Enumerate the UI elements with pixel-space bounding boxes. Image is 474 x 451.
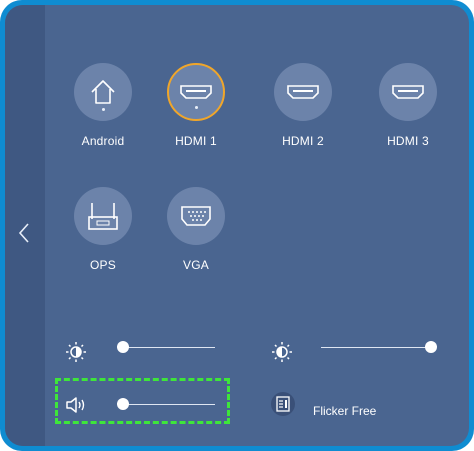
hdmi-icon	[287, 85, 319, 99]
source-label: HDMI 1	[175, 134, 217, 148]
chevron-left-icon[interactable]	[17, 222, 31, 244]
source-vga[interactable]: VGA	[151, 187, 241, 272]
source-hdmi-1-button[interactable]	[167, 63, 225, 121]
home-icon	[91, 80, 115, 104]
active-dot	[194, 106, 198, 109]
brightness-slider-thumb[interactable]	[117, 341, 129, 353]
ops-icon	[88, 203, 118, 230]
source-label: HDMI 3	[387, 134, 429, 148]
vga-icon	[181, 206, 211, 226]
source-hdmi-2-button[interactable]	[274, 63, 332, 121]
input-source-panel: Android HDMI 1 HDMI 2 HDMI 3 OPS VGA Fli…	[0, 0, 474, 451]
flicker-free-icon	[276, 396, 290, 412]
active-dot	[101, 108, 105, 111]
source-ops[interactable]: OPS	[58, 187, 148, 272]
source-hdmi-2[interactable]: HDMI 2	[258, 63, 348, 148]
source-label: VGA	[183, 258, 209, 272]
source-android-button[interactable]	[74, 63, 132, 121]
source-ops-button[interactable]	[74, 187, 132, 245]
source-hdmi-3-button[interactable]	[379, 63, 437, 121]
hdmi-icon	[180, 85, 212, 99]
source-android[interactable]: Android	[58, 63, 148, 148]
volume-highlight-box	[55, 378, 230, 424]
brightness-slider-track[interactable]	[123, 347, 215, 348]
flicker-free-label: Flicker Free	[313, 404, 377, 418]
source-label: Android	[81, 134, 125, 148]
hdmi-icon	[392, 85, 424, 99]
source-vga-button[interactable]	[167, 187, 225, 245]
brightness-icon	[66, 342, 86, 362]
source-hdmi-1[interactable]: HDMI 1	[151, 63, 241, 148]
contrast-slider-thumb[interactable]	[425, 341, 437, 353]
flicker-free-toggle[interactable]	[271, 392, 295, 416]
contrast-icon	[272, 342, 292, 362]
source-hdmi-3[interactable]: HDMI 3	[363, 63, 453, 148]
source-label: HDMI 2	[282, 134, 324, 148]
sidebar	[5, 5, 45, 446]
contrast-slider-track[interactable]	[321, 347, 431, 348]
source-label: OPS	[90, 258, 116, 272]
